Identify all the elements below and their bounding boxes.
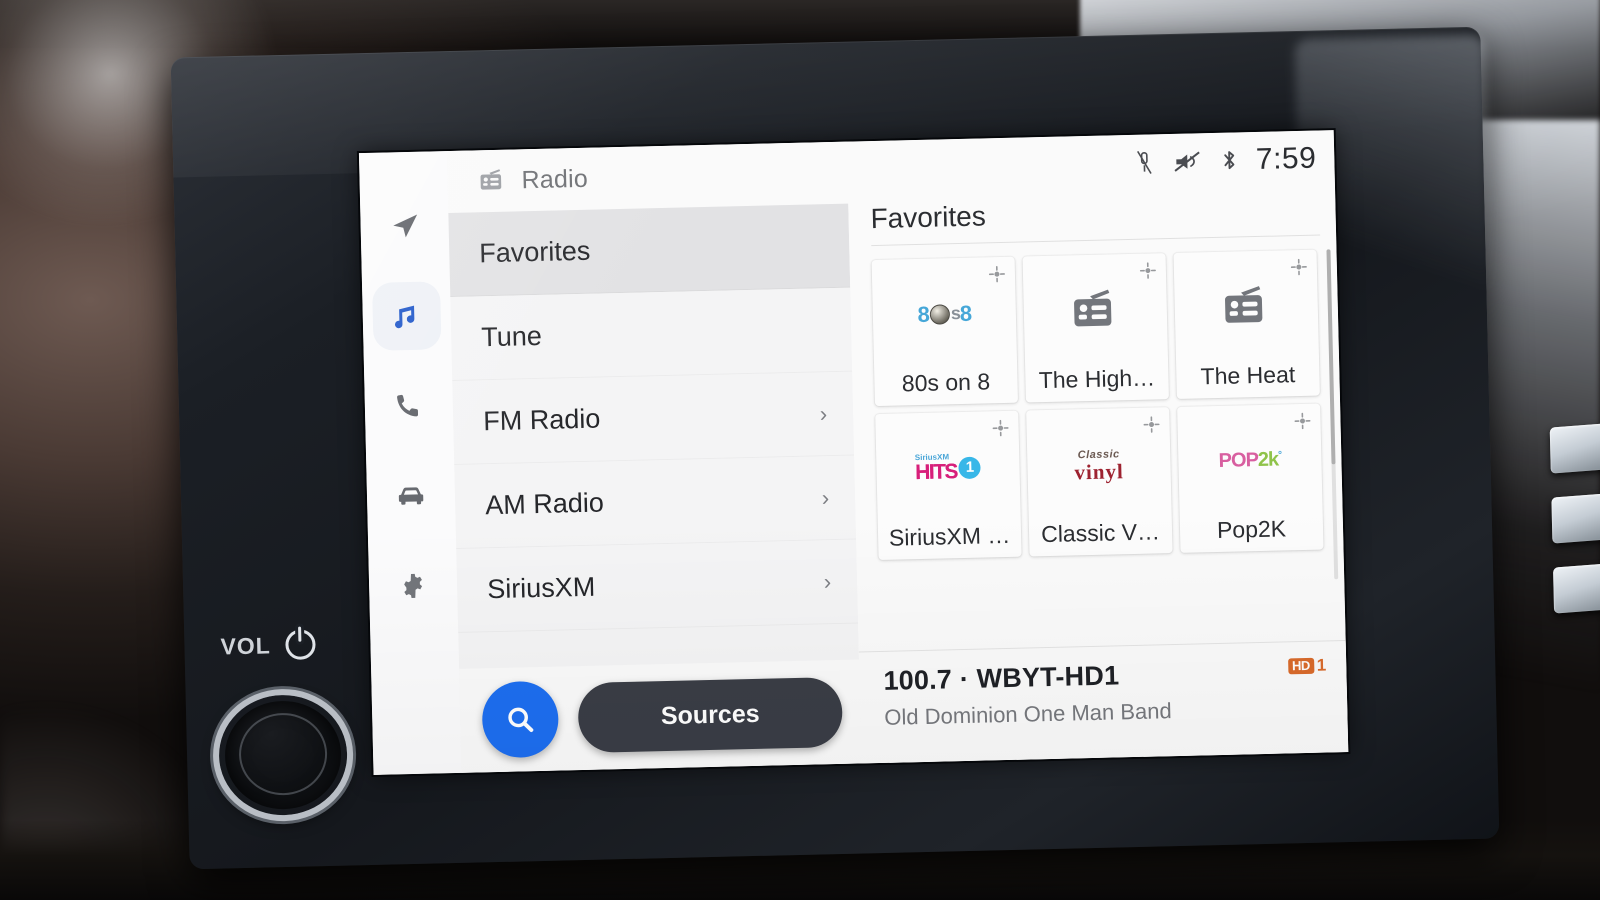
favorite-tile[interactable]: SiriusXM HITS 1 SiriusXM … [875, 410, 1022, 561]
bluetooth-icon [1223, 151, 1234, 170]
sidebar-item-vehicle[interactable] [376, 461, 446, 531]
sidebar-item-media[interactable] [371, 281, 442, 351]
chevron-right-icon: › [821, 484, 830, 510]
chevron-right-icon: › [823, 568, 832, 594]
menu-item-fm-radio[interactable]: FM Radio › [452, 371, 855, 465]
menu-item-label: AM Radio [484, 487, 605, 521]
app-sidebar [358, 151, 462, 775]
logo-text-sup: ° [1277, 449, 1282, 461]
now-playing-bar[interactable]: 100.7 · WBYT-HD1 Old Dominion One Man Ba… [858, 640, 1349, 764]
navigation-arrow-icon [393, 214, 418, 238]
favorite-tile-label: 80s on 8 [901, 368, 991, 397]
favorite-tile[interactable]: The Heat [1173, 249, 1320, 399]
logo-text-main: POP [1218, 449, 1259, 472]
favorite-tile-label: SiriusXM … [888, 521, 1011, 551]
menu-item-label: Favorites [478, 235, 591, 269]
sidebar-item-phone[interactable] [374, 371, 444, 441]
sources-button[interactable]: Sources [577, 676, 844, 754]
menu-item-label: FM Radio [482, 403, 601, 437]
search-icon [508, 707, 534, 732]
phone-icon [397, 394, 419, 417]
sirius-80s-on-8-logo: 8 s 8 [917, 300, 971, 327]
logo-text-main: HITS [914, 460, 958, 485]
radio-icon [1224, 285, 1262, 323]
logo-text-left: 8 [917, 301, 930, 327]
sidebar-item-navigation[interactable] [370, 191, 440, 261]
favorites-grid: 8 s 8 80s on 8 The High… The Heat Sirius… [849, 235, 1345, 651]
logo-text-mid: s [950, 303, 961, 324]
menu-footer: Sources [459, 659, 862, 773]
favorites-panel: 7:59 Favorites 8 s 8 80s on 8 The High… … [846, 130, 1349, 764]
logo-globe-mark [929, 303, 951, 325]
now-playing-station: 100.7 · WBYT-HD1 [883, 660, 1120, 696]
logo-text-main: vinyl [1074, 459, 1125, 485]
menu-header: Radio [446, 141, 849, 214]
hard-button-3[interactable] [1553, 560, 1600, 614]
hard-button-2[interactable] [1551, 490, 1600, 544]
chevron-right-icon: › [819, 400, 828, 426]
pin-icon[interactable] [988, 265, 1006, 283]
favorites-scrollbar[interactable] [1326, 249, 1339, 580]
logo-text-k: 2k [1257, 448, 1279, 472]
touchscreen-display[interactable]: Radio Favorites Tune FM Radio › AM Radio… [358, 130, 1349, 775]
hard-button-column [1524, 420, 1600, 635]
status-bar-clock: 7:59 [1255, 141, 1317, 176]
menu-item-tune[interactable]: Tune [450, 287, 853, 381]
infotainment-head-unit: VOL Radio Favorites Tune FM Radio › AM R… [170, 26, 1600, 870]
favorite-tile-label: Pop2K [1216, 515, 1287, 544]
menu-item-favorites[interactable]: Favorites [448, 203, 851, 298]
volume-label: VOL [220, 631, 272, 660]
volume-control-group: VOL [220, 628, 361, 661]
hard-button-1[interactable] [1549, 420, 1600, 474]
hd-radio-channel: 1 [1316, 655, 1327, 675]
logo-text-right: 8 [959, 300, 972, 326]
menu-header-title: Radio [521, 164, 589, 194]
radio-icon [480, 169, 502, 190]
pin-icon[interactable] [1290, 258, 1308, 276]
pin-icon[interactable] [1139, 261, 1157, 279]
pin-icon[interactable] [991, 419, 1009, 437]
pop2k-logo: POP2k° [1218, 448, 1281, 472]
search-button[interactable] [481, 680, 560, 759]
sources-button-label: Sources [660, 699, 760, 730]
hd-radio-badge: HD 1 [1287, 655, 1327, 676]
favorite-tile-label: The High… [1038, 364, 1156, 394]
music-note-icon [394, 305, 415, 329]
menu-item-am-radio[interactable]: AM Radio › [454, 455, 857, 549]
favorite-tile[interactable]: 8 s 8 80s on 8 [871, 256, 1018, 407]
hd-radio-logo: HD [1287, 657, 1314, 675]
favorite-tile[interactable]: The High… [1022, 253, 1169, 403]
sidebar-item-settings[interactable] [378, 551, 448, 621]
siriusxm-hits-1-logo: SiriusXM HITS 1 [914, 452, 982, 485]
menu-item-siriusxm[interactable]: SiriusXM › [456, 539, 859, 633]
pin-icon[interactable] [1142, 415, 1160, 433]
pin-icon[interactable] [1293, 412, 1311, 430]
menu-item-label: Tune [480, 320, 543, 353]
favorite-tile-label: Classic V… [1040, 518, 1161, 548]
menu-item-label: SiriusXM [486, 571, 596, 605]
gear-icon [404, 573, 423, 599]
classic-vinyl-logo: Classic vinyl [1074, 445, 1125, 485]
favorite-tile[interactable]: POP2k° Pop2K [1177, 403, 1324, 553]
power-icon[interactable] [284, 629, 316, 661]
media-muted-icon [1174, 151, 1200, 172]
microphone-mute-icon [1136, 150, 1152, 174]
radio-icon [1073, 289, 1111, 326]
favorite-tile-label: The Heat [1200, 361, 1296, 390]
favorite-tile[interactable]: Classic vinyl Classic V… [1026, 407, 1173, 557]
logo-text-number: 1 [958, 456, 982, 479]
now-playing-artist-track: Old Dominion One Man Band [884, 698, 1172, 730]
radio-menu-panel: Radio Favorites Tune FM Radio › AM Radio… [446, 141, 862, 773]
car-icon [398, 487, 424, 505]
radio-menu-list: Favorites Tune FM Radio › AM Radio › Sir… [448, 203, 859, 669]
